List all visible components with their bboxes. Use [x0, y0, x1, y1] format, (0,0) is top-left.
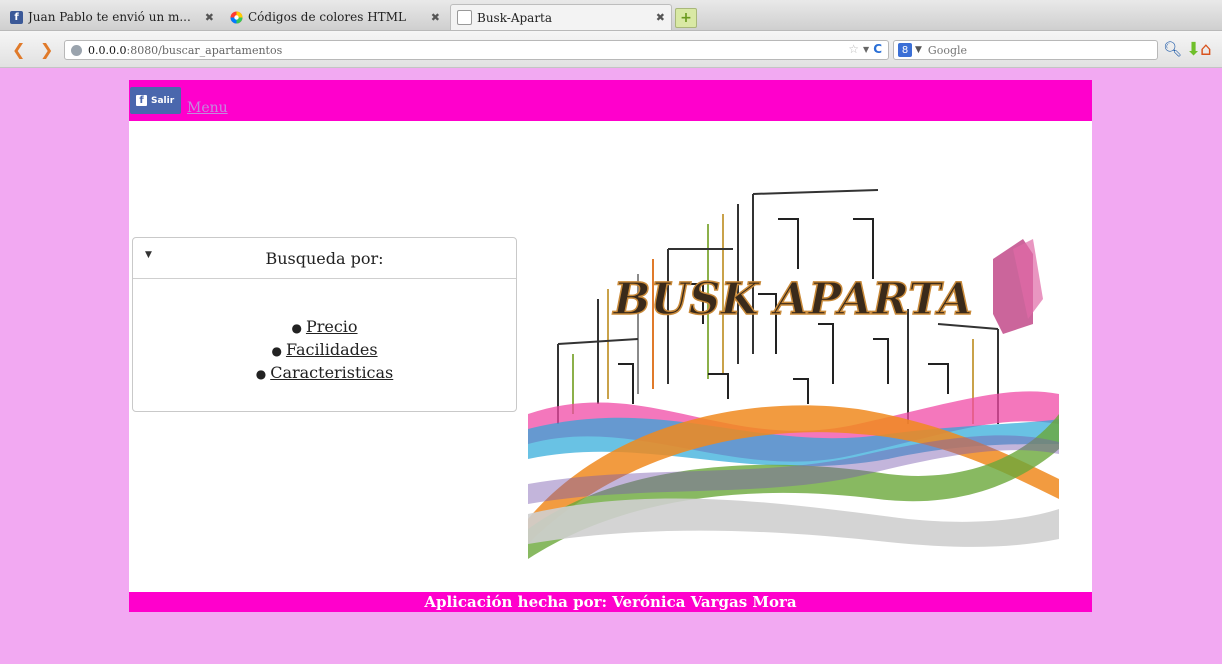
search-by-price-link[interactable]: Precio — [306, 317, 358, 336]
home-icon[interactable]: ⌂ — [1200, 39, 1211, 60]
busk-aparta-logo-image: BUSK APARTA — [528, 124, 1059, 566]
list-item: ● Facilidades — [271, 340, 378, 359]
blank-page-icon — [457, 10, 472, 25]
search-panel: ▼ Busqueda por: ● Precio ● Facilidades ● Ca… — [132, 237, 517, 412]
search-engine-icon[interactable]: 8 — [898, 43, 912, 57]
chevron-down-icon[interactable]: ▼ — [915, 45, 922, 55]
facebook-icon: f — [10, 10, 23, 24]
bookmark-star-icon[interactable]: ☆ — [848, 42, 859, 56]
tab-color-codes[interactable]: Códigos de colores HTML ✖ — [224, 4, 446, 30]
search-options-list: ● Precio ● Facilidades ● Caracteristicas — [133, 316, 516, 385]
facebook-logout-button[interactable]: f Salir — [130, 87, 181, 114]
list-item: ● Precio — [291, 317, 358, 336]
search-by-features-link[interactable]: Caracteristicas — [270, 363, 393, 382]
facebook-icon: f — [136, 95, 147, 106]
color-wheel-icon — [230, 11, 243, 24]
tab-label: Códigos de colores HTML — [248, 10, 406, 24]
search-by-facilities-link[interactable]: Facilidades — [286, 340, 378, 359]
header-band: f Salir Menu — [129, 80, 1092, 121]
logout-label: Salir — [151, 95, 175, 106]
list-item: ● Caracteristicas — [255, 363, 394, 382]
tab-facebook-message[interactable]: f Juan Pablo te envió un m... ✖ — [4, 4, 220, 30]
address-bar[interactable]: 0.0.0.0:8080/buscar_apartamentos ☆ ▼ C — [64, 40, 889, 60]
close-icon[interactable]: ✖ — [656, 11, 665, 24]
collapse-triangle-icon[interactable]: ▼ — [145, 250, 152, 260]
url-text: 0.0.0.0:8080/buscar_apartamentos — [88, 43, 283, 57]
search-input[interactable] — [925, 42, 1130, 58]
footer-credit: Aplicación hecha por: Verónica Vargas Mo… — [424, 593, 797, 611]
search-bar[interactable]: 8 ▼ — [893, 40, 1158, 60]
new-tab-button[interactable]: + — [675, 8, 697, 28]
menu-link[interactable]: Menu — [187, 100, 228, 116]
tab-label: Juan Pablo te envió un m... — [28, 10, 191, 24]
close-icon[interactable]: ✖ — [205, 11, 214, 24]
logo-text: BUSK APARTA — [611, 274, 972, 325]
tab-bar: f Juan Pablo te envió un m... ✖ Códigos … — [0, 0, 1222, 31]
back-icon[interactable]: ❮ — [12, 40, 25, 59]
page-container: f Salir Menu ▼ Busqueda por: ● Precio ● Fa… — [129, 80, 1092, 612]
forward-icon[interactable]: ❯ — [40, 40, 53, 59]
navigation-toolbar: ❮ ❯ 0.0.0.0:8080/buscar_apartamentos ☆ ▼… — [0, 31, 1222, 68]
download-icon[interactable]: ⬇ — [1186, 39, 1201, 60]
tab-label: Busk-Aparta — [477, 10, 553, 25]
globe-icon — [71, 44, 82, 56]
tab-busk-aparta[interactable]: Busk-Aparta ✖ — [450, 4, 672, 30]
reload-icon[interactable]: C — [873, 42, 882, 56]
search-panel-title: Busqueda por: — [265, 248, 384, 268]
search-panel-header[interactable]: ▼ Busqueda por: — [133, 238, 516, 279]
chevron-down-icon[interactable]: ▼ — [863, 45, 869, 54]
search-panel-body: ● Precio ● Facilidades ● Caracteristicas — [133, 279, 516, 385]
search-icon[interactable]: 🔍︎ — [1163, 40, 1182, 58]
footer-band: Aplicación hecha por: Verónica Vargas Mo… — [129, 592, 1092, 612]
close-icon[interactable]: ✖ — [431, 11, 440, 24]
